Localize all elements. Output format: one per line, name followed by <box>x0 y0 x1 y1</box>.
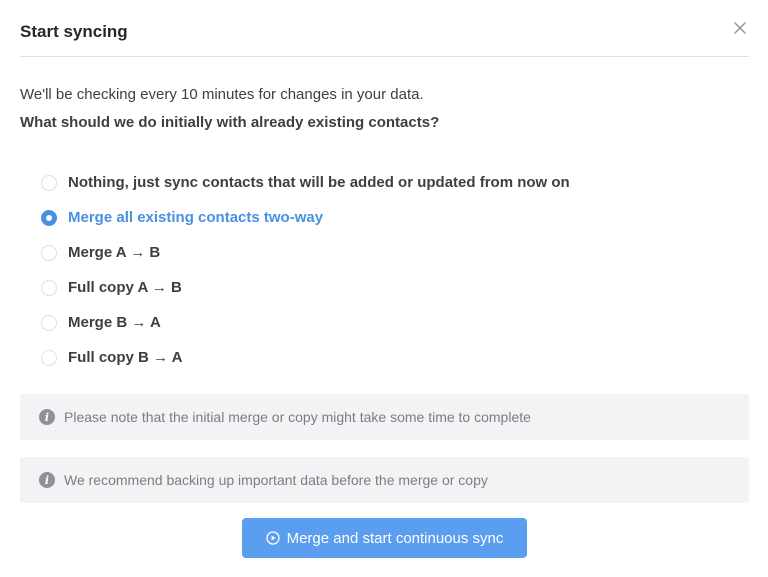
option-label: Nothing, just sync contacts that will be… <box>68 174 570 191</box>
option-nothing[interactable]: Nothing, just sync contacts that will be… <box>41 165 570 200</box>
option-merge-two-way[interactable]: Merge all existing contacts two-way <box>41 200 570 235</box>
option-label: Full copy B → A <box>68 349 183 366</box>
option-label: Full copy A → B <box>68 279 182 296</box>
play-circle-icon <box>265 531 280 545</box>
option-full-copy-b-a[interactable]: Full copy B → A <box>41 340 570 375</box>
info-icon: i <box>39 409 55 425</box>
option-full-copy-a-b[interactable]: Full copy A → B <box>41 270 570 305</box>
sync-options: Nothing, just sync contacts that will be… <box>41 165 570 375</box>
info-note-duration: i Please note that the initial merge or … <box>20 394 749 440</box>
note-text: Please note that the initial merge or co… <box>64 409 531 425</box>
button-label: Merge and start continuous sync <box>286 529 504 547</box>
close-icon <box>734 22 746 34</box>
option-merge-b-a[interactable]: Merge B → A <box>41 305 570 340</box>
radio-button[interactable] <box>41 279 57 296</box>
close-button[interactable] <box>731 19 749 37</box>
radio-button[interactable] <box>41 174 57 191</box>
dialog-header: Start syncing <box>20 0 749 57</box>
dialog-title: Start syncing <box>20 22 128 41</box>
intro-text: We'll be checking every 10 minutes for c… <box>20 86 424 103</box>
question-text: What should we do initially with already… <box>20 114 440 131</box>
note-text: We recommend backing up important data b… <box>64 472 488 488</box>
option-label: Merge B → A <box>68 314 161 331</box>
radio-button[interactable] <box>41 349 57 366</box>
option-label: Merge A → B <box>68 244 161 261</box>
radio-button[interactable] <box>41 314 57 331</box>
info-icon: i <box>39 472 55 488</box>
info-note-backup: i We recommend backing up important data… <box>20 457 749 503</box>
option-label: Merge all existing contacts two-way <box>68 209 324 226</box>
merge-and-start-sync-button[interactable]: Merge and start continuous sync <box>242 518 527 558</box>
radio-button-selected[interactable] <box>41 209 57 226</box>
option-merge-a-b[interactable]: Merge A → B <box>41 235 570 270</box>
radio-button[interactable] <box>41 244 57 261</box>
